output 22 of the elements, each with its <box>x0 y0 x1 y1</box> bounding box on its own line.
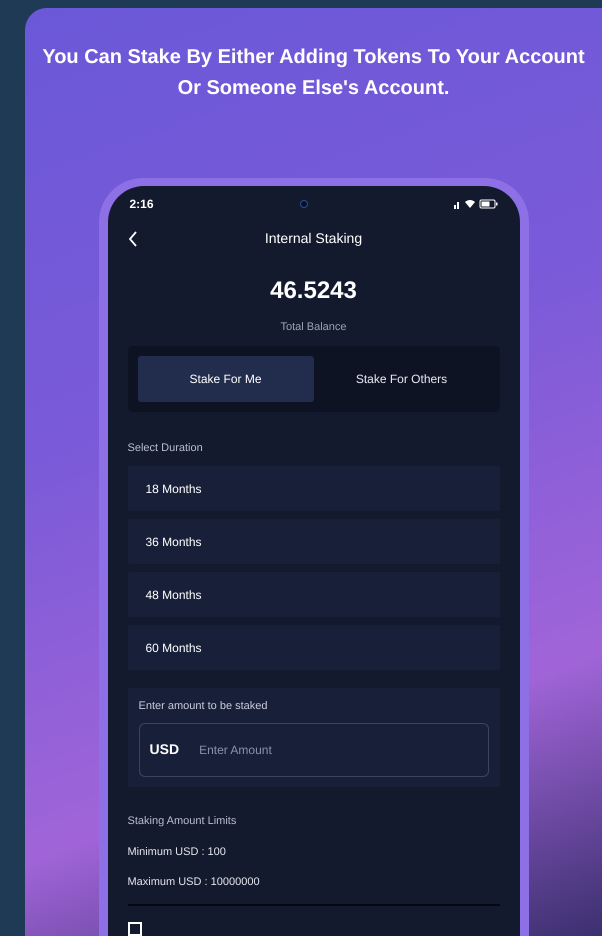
tab[interactable]: Stake For Others <box>314 356 490 402</box>
status-time: 2:16 <box>130 196 154 213</box>
limit-maximum: Maximum USD : 10000000 <box>128 874 261 890</box>
back-icon[interactable] <box>128 230 138 247</box>
tab[interactable]: Stake For Me <box>138 356 314 402</box>
duration-option[interactable]: 48 Months <box>128 572 500 618</box>
duration-option[interactable]: 60 Months <box>128 625 500 670</box>
camera-icon <box>300 200 308 208</box>
status-icons <box>454 199 498 209</box>
amount-label: Enter amount to be staked <box>138 699 269 714</box>
screen-title: Internal Staking <box>264 229 362 248</box>
agreement-checkbox[interactable] <box>128 922 142 936</box>
duration-option[interactable]: 18 Months <box>128 466 500 512</box>
duration-option[interactable]: 36 Months <box>128 519 500 564</box>
limit-minimum: Minimum USD : 100 <box>128 845 227 860</box>
balance-amount: 46.5243 <box>270 276 357 306</box>
limits-title: Staking Amount Limits <box>128 814 238 829</box>
headline: You Can Stake By Either Adding Tokens To Your Account Or Someone Else's Account. <box>41 45 586 101</box>
currency-label: USD <box>150 740 180 760</box>
balance-label: Total Balance <box>280 320 347 336</box>
amount-input[interactable]: Enter Amount <box>199 740 420 759</box>
duration-label: Select Duration <box>128 440 204 456</box>
